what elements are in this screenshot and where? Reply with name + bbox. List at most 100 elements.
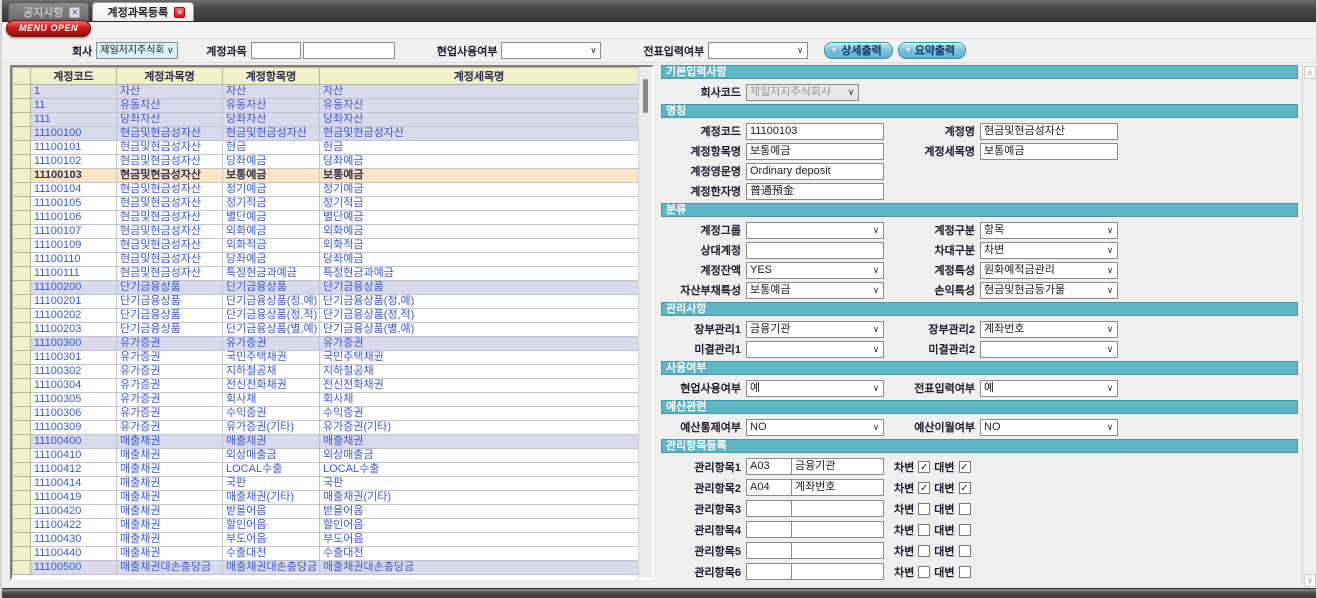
cell-name3[interactable]: 전신전화채권 [320, 379, 639, 393]
cell-code[interactable]: 11100414 [31, 477, 117, 491]
summary-print-button[interactable]: 요약출력 [898, 42, 966, 59]
row-selector[interactable] [13, 155, 31, 169]
mgmt-item-name-field[interactable] [791, 521, 884, 538]
table-row[interactable]: 11100301유가증권국민주택채권국민주택채권 [13, 351, 639, 365]
table-row[interactable]: 11100200단기금융상품단기금융상품단기금융상품 [13, 281, 639, 295]
cell-name3[interactable]: 매출채권대손충당금 [320, 561, 639, 575]
field-use-select[interactable]: ∨ [501, 42, 601, 59]
cell-name2[interactable]: 매출채권 [223, 435, 320, 449]
cell-name1[interactable]: 자산 [117, 85, 223, 99]
panel-scrollbar[interactable]: ∧ ∨ [1302, 65, 1316, 588]
cell-name3[interactable]: 당좌예금 [320, 253, 639, 267]
cell-name3[interactable]: 부도어음 [320, 533, 639, 547]
cell-name2[interactable]: 단기금융상품(정,예) [223, 295, 320, 309]
row-selector[interactable] [13, 281, 31, 295]
cell-name2[interactable]: 매출채권대손충당금 [223, 561, 320, 575]
row-selector[interactable] [13, 141, 31, 155]
cell-name3[interactable]: 단기금융상품 [320, 281, 639, 295]
cell-code[interactable]: 11100203 [31, 323, 117, 337]
cell-name2[interactable]: 단기금융상품 [223, 281, 320, 295]
chadae-select[interactable]: 차변∨ [980, 242, 1118, 259]
cell-code[interactable]: 11100200 [31, 281, 117, 295]
cell-name3[interactable]: 외화적금 [320, 239, 639, 253]
cell-name3[interactable]: 현금및현금성자산 [320, 127, 639, 141]
table-row[interactable]: 11100202단기금융상품단기금융상품(정,적)단기금융상품(정,적) [13, 309, 639, 323]
debit-checkbox[interactable]: ✓ [918, 461, 930, 473]
cell-code[interactable]: 111 [31, 113, 117, 127]
cell-name2[interactable]: 특정현금과예금 [223, 267, 320, 281]
row-selector[interactable] [13, 491, 31, 505]
cell-name3[interactable]: 자산 [320, 85, 639, 99]
cell-name3[interactable]: LOCAL수출 [320, 463, 639, 477]
cell-name1[interactable]: 현금및현금성자산 [117, 211, 223, 225]
pl-trait-select[interactable]: 현금및현금등가물∨ [980, 282, 1118, 299]
row-selector[interactable] [13, 85, 31, 99]
cell-name3[interactable]: 외상매출금 [320, 449, 639, 463]
cell-code[interactable]: 11100305 [31, 393, 117, 407]
cell-code[interactable]: 11100300 [31, 337, 117, 351]
cell-code[interactable]: 11100104 [31, 183, 117, 197]
cell-name1[interactable]: 유가증권 [117, 407, 223, 421]
cell-code[interactable]: 11100107 [31, 225, 117, 239]
cell-code[interactable]: 11100422 [31, 519, 117, 533]
row-selector[interactable] [13, 449, 31, 463]
book-mgmt2-select[interactable]: 계좌번호∨ [980, 321, 1118, 338]
cell-name2[interactable]: 단기금융상품(정,적) [223, 309, 320, 323]
cell-name2[interactable]: 보통예금 [223, 169, 320, 183]
cell-name1[interactable]: 유가증권 [117, 379, 223, 393]
account-code-input[interactable] [251, 42, 301, 59]
cell-code[interactable]: 11100110 [31, 253, 117, 267]
scrollbar-thumb[interactable] [643, 79, 648, 113]
row-selector[interactable] [13, 267, 31, 281]
row-selector[interactable] [13, 463, 31, 477]
table-row[interactable]: 11100109현금및현금성자산외화적금외화적금 [13, 239, 639, 253]
menu-open-button[interactable]: MENU OPEN [6, 20, 91, 37]
asset-trait-select[interactable]: 보통예금∨ [746, 282, 884, 299]
cell-name1[interactable]: 현금및현금성자산 [117, 253, 223, 267]
cell-code[interactable]: 11100201 [31, 295, 117, 309]
debit-checkbox[interactable] [918, 566, 930, 578]
cell-name3[interactable]: 국판 [320, 477, 639, 491]
slip-use-select[interactable]: ∨ [708, 42, 808, 59]
account-code-field[interactable]: 11100103 [746, 123, 884, 140]
cell-code[interactable]: 11100412 [31, 463, 117, 477]
account-name-input[interactable] [303, 42, 395, 59]
table-row[interactable]: 11100422매출채권할인어음할인어음 [13, 519, 639, 533]
cell-code[interactable]: 11100306 [31, 407, 117, 421]
cell-name3[interactable]: 보통예금 [320, 169, 639, 183]
company-code-select[interactable]: 제일저지주식회사∨ [746, 84, 859, 101]
cell-name2[interactable]: 지하철공채 [223, 365, 320, 379]
cell-name3[interactable]: 특정현금과예금 [320, 267, 639, 281]
cell-name1[interactable]: 현금및현금성자산 [117, 197, 223, 211]
cell-name1[interactable]: 단기금융상품 [117, 295, 223, 309]
cell-name1[interactable]: 단기금융상품 [117, 323, 223, 337]
table-row[interactable]: 11100430매출채권부도어음부도어음 [13, 533, 639, 547]
cell-code[interactable]: 11100301 [31, 351, 117, 365]
cell-name2[interactable]: 국민주택채권 [223, 351, 320, 365]
cell-name3[interactable]: 받을어음 [320, 505, 639, 519]
pending-mgmt2-select[interactable]: ∨ [980, 341, 1118, 358]
cell-name2[interactable]: 자산 [223, 85, 320, 99]
cell-name3[interactable]: 정기적금 [320, 197, 639, 211]
row-selector[interactable] [13, 407, 31, 421]
cell-name1[interactable]: 현금및현금성자산 [117, 169, 223, 183]
cell-name1[interactable]: 매출채권 [117, 533, 223, 547]
table-row[interactable]: 11100107현금및현금성자산외화예금외화예금 [13, 225, 639, 239]
row-selector[interactable] [13, 197, 31, 211]
cell-name2[interactable]: 할인어음 [223, 519, 320, 533]
cell-name3[interactable]: 국민주택채권 [320, 351, 639, 365]
debit-checkbox[interactable] [918, 545, 930, 557]
cell-name1[interactable]: 당좌자산 [117, 113, 223, 127]
cell-name2[interactable]: 외화예금 [223, 225, 320, 239]
account-group-select[interactable]: ∨ [746, 222, 884, 239]
tab-close-icon[interactable]: ✕ [69, 7, 80, 18]
pending-mgmt1-select[interactable]: ∨ [746, 341, 884, 358]
cell-name3[interactable]: 매출채권(기타) [320, 491, 639, 505]
table-row[interactable]: 11100500매출채권대손충당금매출채권대손충당금매출채권대손충당금 [13, 561, 639, 575]
mgmt-item-code-field[interactable] [746, 563, 792, 580]
cell-code[interactable]: 11100111 [31, 267, 117, 281]
cell-code[interactable]: 11100103 [31, 169, 117, 183]
row-selector[interactable] [13, 211, 31, 225]
cell-name2[interactable]: 외상매출금 [223, 449, 320, 463]
credit-checkbox[interactable] [959, 524, 971, 536]
